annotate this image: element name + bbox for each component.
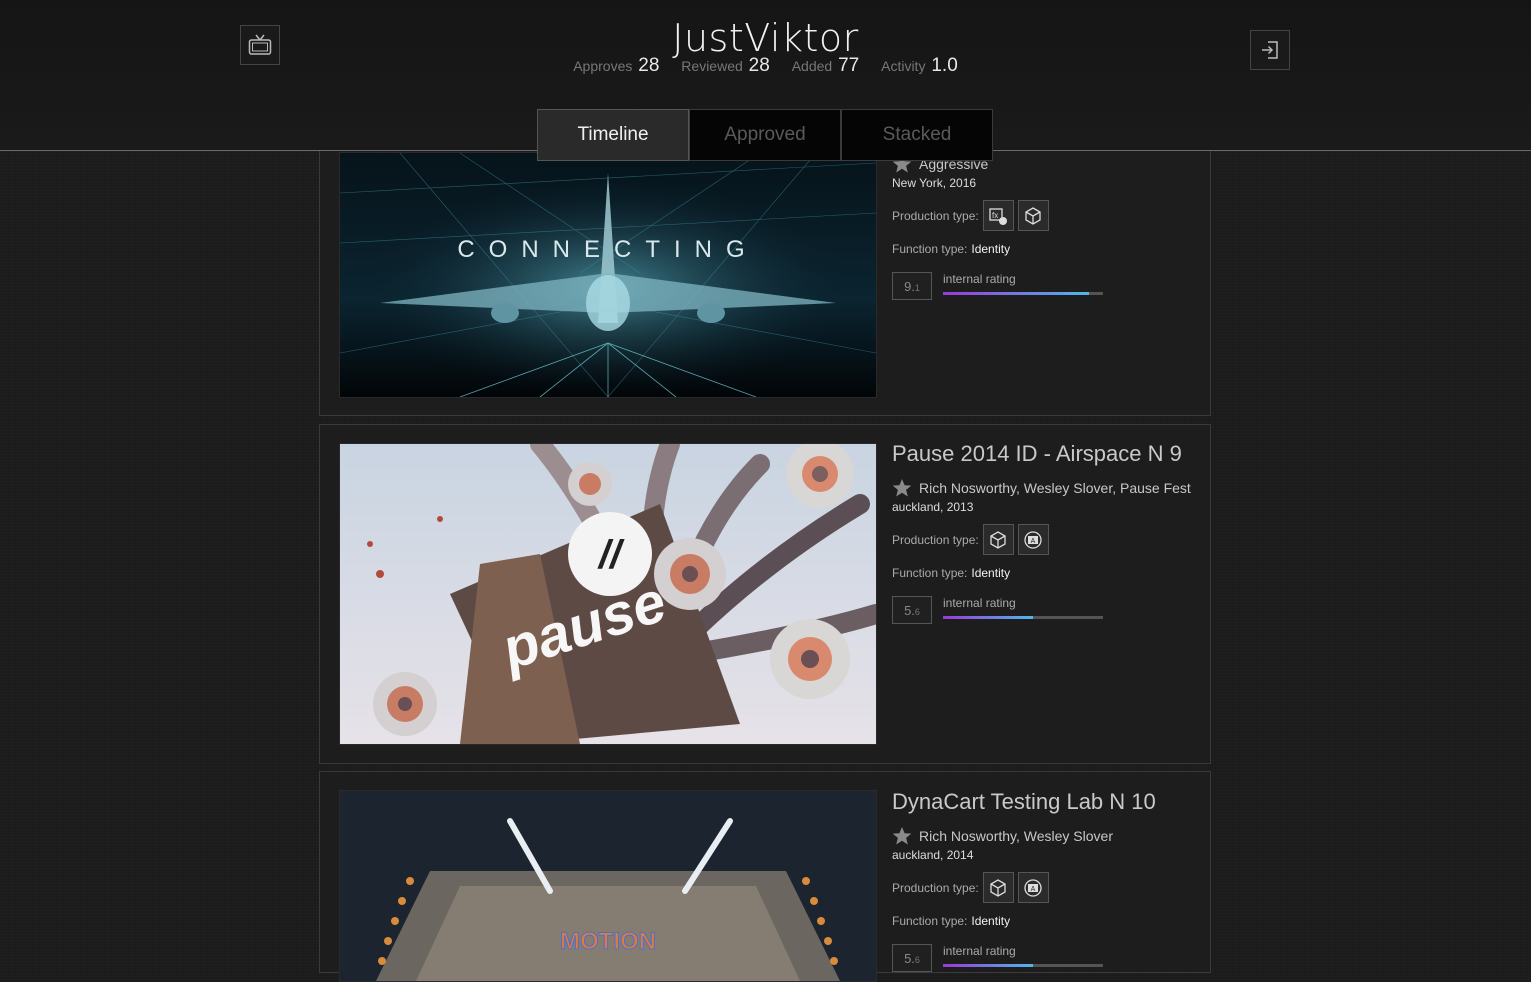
rating-score: 5. 6 <box>892 596 932 624</box>
function-type-value: Identity <box>971 242 1011 256</box>
stat-value: 28 <box>638 55 660 76</box>
rating-bar <box>943 616 1103 619</box>
stat-label: Reviewed <box>681 58 743 74</box>
stat-label: Added <box>791 58 833 74</box>
star-icon[interactable] <box>892 478 912 498</box>
rating-label: internal rating <box>943 272 1016 286</box>
star-icon[interactable] <box>892 826 912 846</box>
tab-stacked[interactable]: Stacked <box>841 109 993 161</box>
rating-score: 5. 6 <box>892 944 932 972</box>
rating-bar-fill <box>943 964 1033 967</box>
item-info: Pause 2014 ID - Airspace N 9 Rich Noswor… <box>892 441 1192 624</box>
production-type-label: Production type: <box>892 880 979 895</box>
view-tabs: Timeline Approved Stacked <box>537 109 993 161</box>
function-type-label: Function type: <box>892 566 968 580</box>
svg-text://: // <box>597 533 625 577</box>
rating-major: 5. <box>904 602 915 618</box>
production-type-row: Production type: A <box>892 524 1192 555</box>
stat-added: Added 77 <box>791 55 860 76</box>
tab-approved[interactable]: Approved <box>689 109 841 161</box>
item-authors: Rich Nosworthy, Wesley Slover, Pause Fes… <box>892 479 1192 498</box>
internal-rating: 5. 6 internal rating <box>892 944 1192 972</box>
after-effects-icon[interactable]: A <box>1017 872 1049 903</box>
stat-label: Activity <box>881 58 926 74</box>
login-icon <box>1262 41 1278 59</box>
rating-minor: 6 <box>914 954 920 965</box>
production-type-row: Production type: fx <box>892 200 1192 231</box>
fx-icon[interactable]: fx <box>982 200 1014 231</box>
svg-text:fx: fx <box>992 211 998 220</box>
rating-bar <box>943 964 1103 967</box>
production-type-label: Production type: <box>892 208 979 223</box>
stat-label: Approves <box>573 58 633 74</box>
after-effects-icon[interactable]: A <box>1017 524 1049 555</box>
item-location: auckland, 2013 <box>892 500 974 514</box>
item-title[interactable]: Pause 2014 ID - Airspace N 9 <box>892 441 1192 467</box>
3d-cube-icon[interactable] <box>1017 200 1049 231</box>
stat-value: 28 <box>748 55 770 76</box>
svg-text:A: A <box>1031 538 1036 545</box>
thumbnail-text: MOTION <box>560 928 656 955</box>
stat-value: 1.0 <box>931 55 958 76</box>
item-info: Aggressive New York, 2016 Production typ… <box>892 155 1192 300</box>
stat-value: 77 <box>838 55 860 76</box>
rating-minor: 6 <box>914 606 920 617</box>
svg-text:A: A <box>1031 886 1036 893</box>
tab-timeline[interactable]: Timeline <box>537 109 689 161</box>
rating-bar-fill <box>943 616 1033 619</box>
item-location: auckland, 2014 <box>892 848 974 862</box>
stat-reviewed: Reviewed 28 <box>681 55 770 76</box>
function-type-row: Function type: Identity <box>892 566 1192 580</box>
function-type-value: Identity <box>971 566 1011 580</box>
rating-bar-fill <box>943 292 1089 295</box>
rating-major: 9. <box>904 278 915 294</box>
3d-cube-icon[interactable] <box>982 872 1014 903</box>
function-type-row: Function type: Identity <box>892 242 1192 256</box>
3d-cube-icon[interactable] <box>982 524 1014 555</box>
rating-bar <box>943 292 1103 295</box>
profile-username: JustViktor <box>672 16 859 60</box>
list-item: // pause Pause 2014 ID - Airspace N 9 Ri… <box>319 424 1211 764</box>
production-type-label: Production type: <box>892 532 979 547</box>
internal-rating: 9. 1 internal rating <box>892 272 1192 300</box>
function-type-label: Function type: <box>892 242 968 256</box>
rating-label: internal rating <box>943 944 1016 958</box>
production-type-row: Production type: A <box>892 872 1192 903</box>
stat-approves: Approves 28 <box>573 55 660 76</box>
profile-stats: Approves 28 Reviewed 28 Added 77 Activit… <box>0 55 1531 77</box>
item-title[interactable]: DynaCart Testing Lab N 10 <box>892 789 1192 815</box>
list-item: MOTION DynaCart Testing Lab N 10 Rich No… <box>319 771 1211 982</box>
video-thumbnail[interactable]: // pause <box>339 443 877 745</box>
item-location: New York, 2016 <box>892 176 977 190</box>
item-info: DynaCart Testing Lab N 10 Rich Nosworthy… <box>892 789 1192 972</box>
rating-minor: 1 <box>914 282 920 293</box>
item-authors: Rich Nosworthy, Wesley Slover <box>892 827 1192 846</box>
rating-label: internal rating <box>943 596 1016 610</box>
stat-activity: Activity 1.0 <box>881 55 958 76</box>
rating-major: 5. <box>904 950 915 966</box>
authors-text: Rich Nosworthy, Wesley Slover, Pause Fes… <box>919 480 1191 496</box>
function-type-label: Function type: <box>892 914 968 928</box>
thumbnail-text: CONNECTING <box>457 236 758 263</box>
rating-score: 9. 1 <box>892 272 932 300</box>
login-button[interactable] <box>1250 30 1290 70</box>
list-item: CONNECTING Aggressive New York, 2016 Pro… <box>319 120 1211 416</box>
authors-text: Rich Nosworthy, Wesley Slover <box>919 828 1113 844</box>
function-type-row: Function type: Identity <box>892 914 1192 928</box>
internal-rating: 5. 6 internal rating <box>892 596 1192 624</box>
function-type-value: Identity <box>971 914 1011 928</box>
video-thumbnail[interactable]: CONNECTING <box>339 152 877 398</box>
video-thumbnail[interactable]: MOTION <box>339 790 877 982</box>
